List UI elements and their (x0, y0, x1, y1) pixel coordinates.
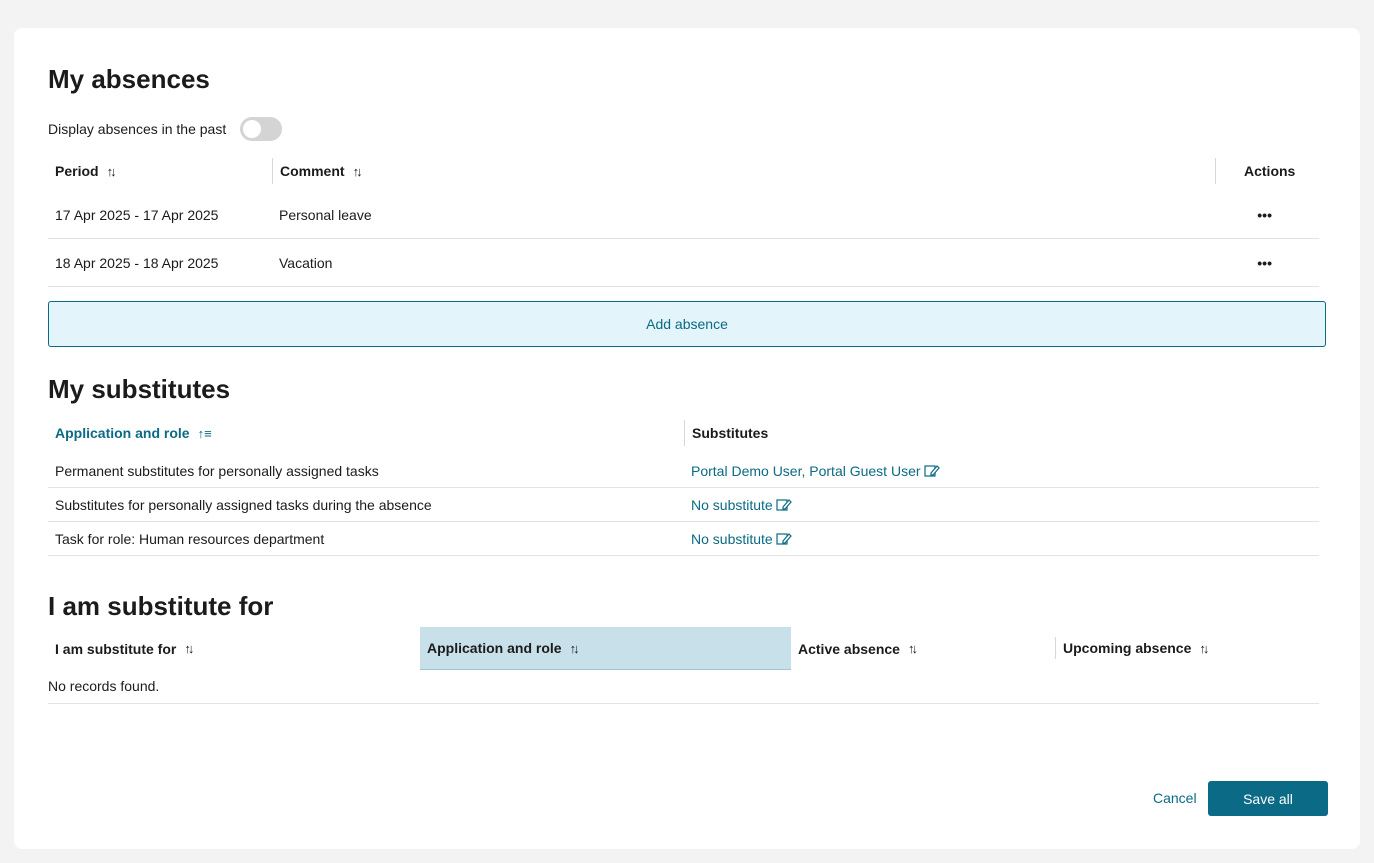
add-absence-button[interactable]: Add absence (48, 301, 1326, 347)
column-application-role[interactable]: Application and role ↑≡ (48, 420, 684, 446)
more-actions-icon[interactable]: ••• (1257, 239, 1272, 286)
app-role-cell: Substitutes for personally assigned task… (55, 496, 432, 513)
column-actions-label: Actions (1244, 163, 1296, 179)
comment-cell: Personal leave (279, 206, 372, 223)
sort-icon[interactable]: ↑↓ (908, 641, 918, 656)
column-substitutes-label: Substitutes (692, 425, 769, 441)
toggle-knob (243, 120, 262, 138)
column-substitutes: Substitutes (684, 420, 1324, 446)
column-actions: Actions (1215, 158, 1325, 184)
sort-icon[interactable]: ↑↓ (107, 164, 117, 179)
column-comment-label: Comment (280, 163, 345, 179)
substitutes-cell: No substitute (684, 522, 792, 555)
app-role-cell: Permanent substitutes for personally ass… (55, 462, 379, 479)
sort-icon[interactable]: ↑↓ (184, 641, 194, 656)
sort-icon[interactable]: ↑↓ (570, 641, 580, 656)
column-app-role-label: Application and role (427, 640, 562, 656)
table-row: 17 Apr 2025 - 17 Apr 2025 Personal leave… (48, 191, 1319, 239)
column-app-role-label: Application and role (55, 425, 190, 441)
save-all-button[interactable]: Save all (1208, 781, 1328, 816)
period-cell: 18 Apr 2025 - 18 Apr 2025 (55, 254, 219, 271)
sort-icon[interactable]: ↑↓ (1199, 641, 1209, 656)
comment-cell: Vacation (279, 254, 333, 271)
table-row: 18 Apr 2025 - 18 Apr 2025 Vacation ••• (48, 239, 1319, 287)
past-absences-toggle-row: Display absences in the past (48, 117, 283, 141)
app-role-cell: Task for role: Human resources departmen… (55, 530, 325, 547)
sort-icon[interactable]: ↑↓ (353, 164, 363, 179)
substitute-for-table-header: I am substitute for ↑↓ Application and ro… (48, 627, 1326, 670)
column-period-label: Period (55, 163, 99, 179)
column-comment[interactable]: Comment ↑↓ (272, 158, 1216, 184)
absences-table-header: Period ↑↓ Comment ↑↓ Actions (48, 158, 1326, 184)
column-active-label: Active absence (798, 640, 900, 657)
edit-substitute-icon[interactable] (776, 532, 792, 546)
table-row: Permanent substitutes for personally ass… (48, 454, 1319, 488)
table-row: Task for role: Human resources departmen… (48, 522, 1319, 556)
substitutes-cell: Portal Demo User, Portal Guest User (684, 454, 940, 487)
edit-substitute-icon[interactable] (923, 464, 940, 478)
substitute-for-title: I am substitute for (48, 591, 274, 621)
column-application-role-highlighted[interactable]: Application and role ↑↓ (420, 627, 791, 670)
table-row: Substitutes for personally assigned task… (48, 488, 1319, 522)
absences-title: My absences (48, 64, 210, 94)
column-for-label: I am substitute for (55, 640, 177, 657)
column-active-absence[interactable]: Active absence ↑↓ (791, 627, 1055, 670)
substitutes-title: My substitutes (48, 374, 231, 404)
sort-ascending-icon[interactable]: ↑≡ (198, 426, 212, 441)
edit-substitute-icon[interactable] (776, 498, 792, 512)
substitutes-table-header: Application and role ↑≡ Substitutes (48, 420, 1326, 446)
substitutes-link[interactable]: No substitute (691, 497, 773, 513)
toggle-label: Display absences in the past (48, 121, 227, 137)
substitutes-link[interactable]: Portal Demo User, Portal Guest User (691, 463, 921, 479)
period-cell: 17 Apr 2025 - 17 Apr 2025 (55, 206, 219, 223)
more-actions-icon[interactable]: ••• (1257, 191, 1272, 238)
past-absences-toggle[interactable] (240, 117, 283, 141)
main-card: My absences Display absences in the past… (14, 28, 1360, 849)
column-upcoming-absence[interactable]: Upcoming absence ↑↓ (1055, 637, 1325, 659)
empty-state: No records found. (48, 672, 1319, 704)
column-substitute-for[interactable]: I am substitute for ↑↓ (48, 627, 420, 670)
substitutes-cell: No substitute (684, 488, 792, 521)
column-period[interactable]: Period ↑↓ (48, 158, 272, 184)
substitutes-link[interactable]: No substitute (691, 531, 773, 547)
column-upcoming-label: Upcoming absence (1063, 640, 1192, 656)
cancel-button[interactable]: Cancel (1153, 790, 1197, 806)
